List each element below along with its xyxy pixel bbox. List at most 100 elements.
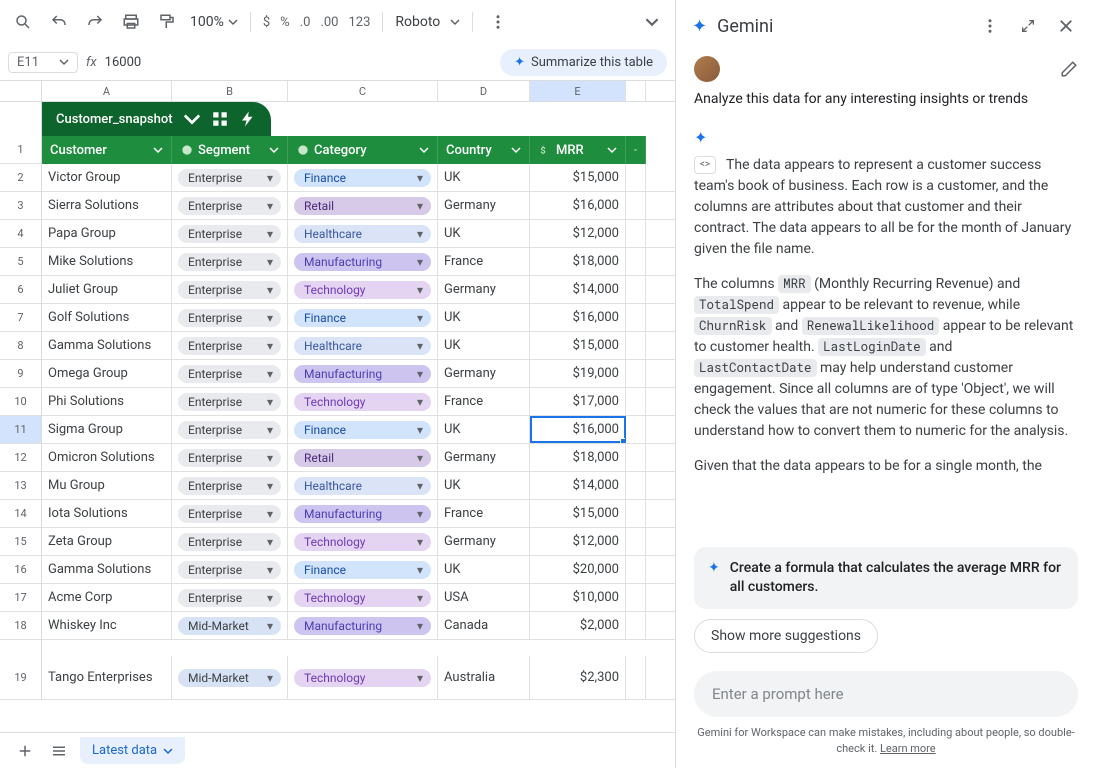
select-all-corner[interactable] (0, 81, 42, 101)
row-header[interactable]: 7 (0, 304, 42, 331)
header-more[interactable] (626, 136, 646, 164)
cell-category[interactable]: Healthcare▾ (288, 220, 438, 247)
cell-country[interactable]: France (438, 248, 530, 275)
summarize-table-button[interactable]: ✦ Summarize this table (500, 49, 667, 76)
cell-customer[interactable]: Victor Group (42, 164, 172, 191)
table-row[interactable]: 6Juliet GroupEnterprise▾Technology▾Germa… (0, 276, 675, 304)
cell-customer[interactable]: Gamma Solutions (42, 556, 172, 583)
col-header-d[interactable]: D (438, 81, 530, 101)
cell-customer[interactable]: Omega Group (42, 360, 172, 387)
cell-country[interactable]: Australia (438, 656, 530, 699)
row-header[interactable]: 2 (0, 164, 42, 191)
font-dropdown[interactable]: Roboto (395, 14, 460, 30)
row-header-1[interactable]: 1 (0, 136, 42, 164)
zoom-dropdown[interactable]: 100% (190, 14, 238, 30)
table-row[interactable]: 9Omega GroupEnterprise▾Manufacturing▾Ger… (0, 360, 675, 388)
cell-mrr[interactable]: $19,000 (530, 360, 626, 387)
col-header-c[interactable]: C (288, 81, 438, 101)
table-row[interactable]: 14Iota SolutionsEnterprise▾Manufacturing… (0, 500, 675, 528)
cell-segment[interactable]: Enterprise▾ (172, 360, 288, 387)
cell-category[interactable]: Finance▾ (288, 416, 438, 443)
row-header[interactable]: 19 (0, 656, 42, 699)
cell-customer[interactable]: Papa Group (42, 220, 172, 247)
cell-country[interactable]: UK (438, 220, 530, 247)
cell-segment[interactable]: Enterprise▾ (172, 556, 288, 583)
cell-extra[interactable] (626, 388, 646, 415)
row-header[interactable]: 15 (0, 528, 42, 555)
cell-extra[interactable] (626, 500, 646, 527)
cell-extra[interactable] (626, 612, 646, 639)
cell-customer[interactable]: Juliet Group (42, 276, 172, 303)
col-header-f[interactable] (626, 81, 646, 101)
row-header[interactable]: 5 (0, 248, 42, 275)
table-row[interactable]: 12Omicron SolutionsEnterprise▾Retail▾Ger… (0, 444, 675, 472)
cell-segment[interactable]: Enterprise▾ (172, 164, 288, 191)
learn-more-link[interactable]: Learn more (880, 742, 936, 755)
cell-mrr[interactable]: $18,000 (530, 248, 626, 275)
decrease-decimals[interactable]: .0 (300, 15, 311, 30)
cell-segment[interactable]: Enterprise▾ (172, 248, 288, 275)
print-icon[interactable] (118, 9, 144, 35)
cell-customer[interactable]: Gamma Solutions (42, 332, 172, 359)
add-sheet-button[interactable] (12, 738, 38, 764)
cell-country[interactable]: Canada (438, 612, 530, 639)
cell-segment[interactable]: Enterprise▾ (172, 444, 288, 471)
cell-segment[interactable]: Enterprise▾ (172, 472, 288, 499)
cell-extra[interactable] (626, 276, 646, 303)
cell-category[interactable]: Retail▾ (288, 444, 438, 471)
edit-prompt-icon[interactable] (1060, 60, 1078, 78)
cell-segment[interactable]: Mid-Market▾ (172, 656, 288, 699)
cell-segment[interactable]: Enterprise▾ (172, 220, 288, 247)
cell-customer[interactable]: Omicron Solutions (42, 444, 172, 471)
header-country[interactable]: Country (438, 136, 530, 164)
cell-category[interactable]: Healthcare▾ (288, 332, 438, 359)
cell-customer[interactable]: Whiskey Inc (42, 612, 172, 639)
cell-mrr[interactable]: $12,000 (530, 528, 626, 555)
cell-category[interactable]: Technology▾ (288, 584, 438, 611)
cell-segment[interactable]: Enterprise▾ (172, 276, 288, 303)
redo-icon[interactable] (82, 9, 108, 35)
cell-segment[interactable]: Enterprise▾ (172, 388, 288, 415)
table-row[interactable]: 7Golf SolutionsEnterprise▾Finance▾UK$16,… (0, 304, 675, 332)
gemini-menu-icon[interactable] (976, 12, 1004, 40)
cell-extra[interactable] (626, 248, 646, 275)
cell-category[interactable]: Technology▾ (288, 656, 438, 699)
cell-country[interactable]: Germany (438, 444, 530, 471)
header-mrr[interactable]: $MRR (530, 136, 626, 164)
format-currency[interactable]: $ (263, 15, 270, 30)
cell-category[interactable]: Manufacturing▾ (288, 248, 438, 275)
row-header[interactable]: 10 (0, 388, 42, 415)
cell-mrr[interactable]: $18,000 (530, 444, 626, 471)
row-header[interactable]: 4 (0, 220, 42, 247)
header-category[interactable]: Category (288, 136, 438, 164)
cell-extra[interactable] (626, 304, 646, 331)
collapse-icon[interactable] (639, 9, 665, 35)
cell-mrr[interactable]: $15,000 (530, 500, 626, 527)
table-row[interactable]: 5Mike SolutionsEnterprise▾Manufacturing▾… (0, 248, 675, 276)
cell-customer[interactable]: Golf Solutions (42, 304, 172, 331)
header-customer[interactable]: Customer (42, 136, 172, 164)
lightning-icon[interactable] (239, 110, 257, 128)
cell-extra[interactable] (626, 472, 646, 499)
cell-mrr[interactable]: $14,000 (530, 276, 626, 303)
col-header-a[interactable]: A (42, 81, 172, 101)
cell-country[interactable]: Germany (438, 192, 530, 219)
cell-extra[interactable] (626, 444, 646, 471)
cell-category[interactable]: Retail▾ (288, 192, 438, 219)
cell-extra[interactable] (626, 556, 646, 583)
cell-mrr[interactable]: $20,000 (530, 556, 626, 583)
table-row[interactable]: 2Victor GroupEnterprise▾Finance▾UK$15,00… (0, 164, 675, 192)
suggestion-card[interactable]: ✦ Create a formula that calculates the a… (694, 547, 1078, 609)
cell-country[interactable]: UK (438, 472, 530, 499)
cell-category[interactable]: Finance▾ (288, 556, 438, 583)
cell-extra[interactable] (626, 332, 646, 359)
search-icon[interactable] (10, 9, 36, 35)
row-header[interactable]: 11 (0, 416, 42, 443)
table-row[interactable]: 8Gamma SolutionsEnterprise▾Healthcare▾UK… (0, 332, 675, 360)
row-header[interactable]: 12 (0, 444, 42, 471)
cell-category[interactable]: Technology▾ (288, 276, 438, 303)
row-header[interactable]: 17 (0, 584, 42, 611)
cell-category[interactable]: Manufacturing▾ (288, 500, 438, 527)
cell-segment[interactable]: Enterprise▾ (172, 528, 288, 555)
cell-extra[interactable] (626, 192, 646, 219)
